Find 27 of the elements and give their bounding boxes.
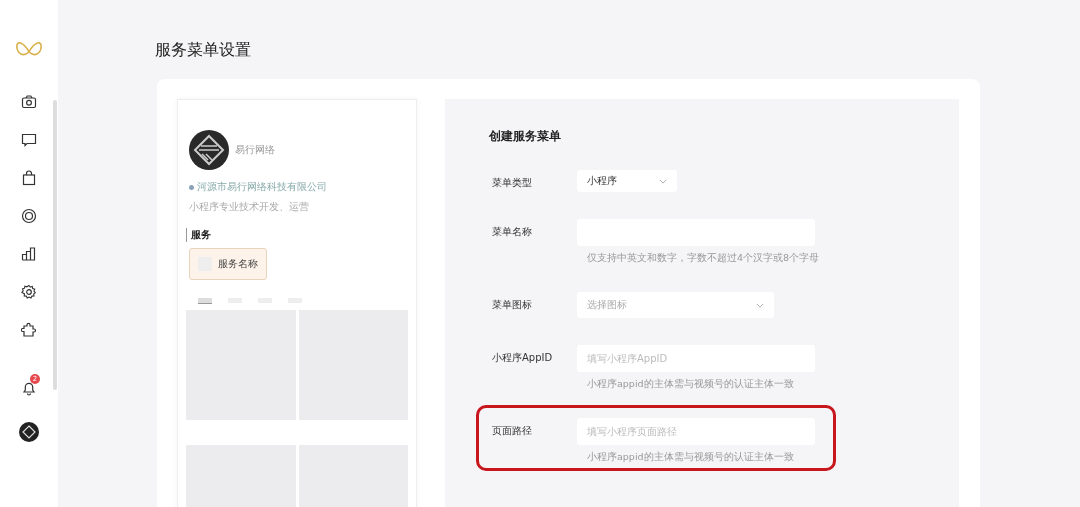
service-button[interactable]: 服务名称 (189, 248, 267, 280)
section-title: 服务 (186, 228, 408, 242)
bag-icon[interactable] (21, 170, 37, 186)
chevron-icon (756, 302, 764, 308)
puzzle-icon[interactable] (21, 322, 37, 338)
message-icon[interactable] (21, 132, 37, 148)
chevron-icon (659, 178, 667, 184)
company-name: 河源市易行网络科技有限公司 (197, 180, 327, 194)
avatar-icon[interactable] (19, 422, 39, 442)
settings-icon[interactable] (21, 284, 37, 300)
verified-icon (189, 184, 194, 190)
dropdown[interactable]: 小程序 (577, 170, 677, 192)
form-title: 创建服务菜单 (489, 129, 562, 144)
account-name: 易行网络 (235, 143, 275, 157)
account-logo-icon (189, 130, 229, 170)
target-icon[interactable] (21, 208, 37, 224)
camera-icon[interactable] (21, 94, 37, 110)
field-label: 小程序AppID (492, 351, 554, 365)
field-label: 菜单图标 (492, 298, 533, 312)
field-label: 菜单名称 (492, 225, 533, 239)
field-hint: 仅支持中英文和数字，字数不超过4个汉字或8个字母 (586, 252, 820, 265)
field-label: 菜单类型 (492, 176, 533, 190)
field-label: 页面路径 (492, 424, 533, 438)
bell-icon[interactable] (21, 380, 37, 396)
chart-icon[interactable] (21, 246, 37, 262)
page-title: 服务菜单设置 (155, 40, 252, 61)
account-intro: 小程序专业技术开发、运营 (188, 200, 310, 214)
